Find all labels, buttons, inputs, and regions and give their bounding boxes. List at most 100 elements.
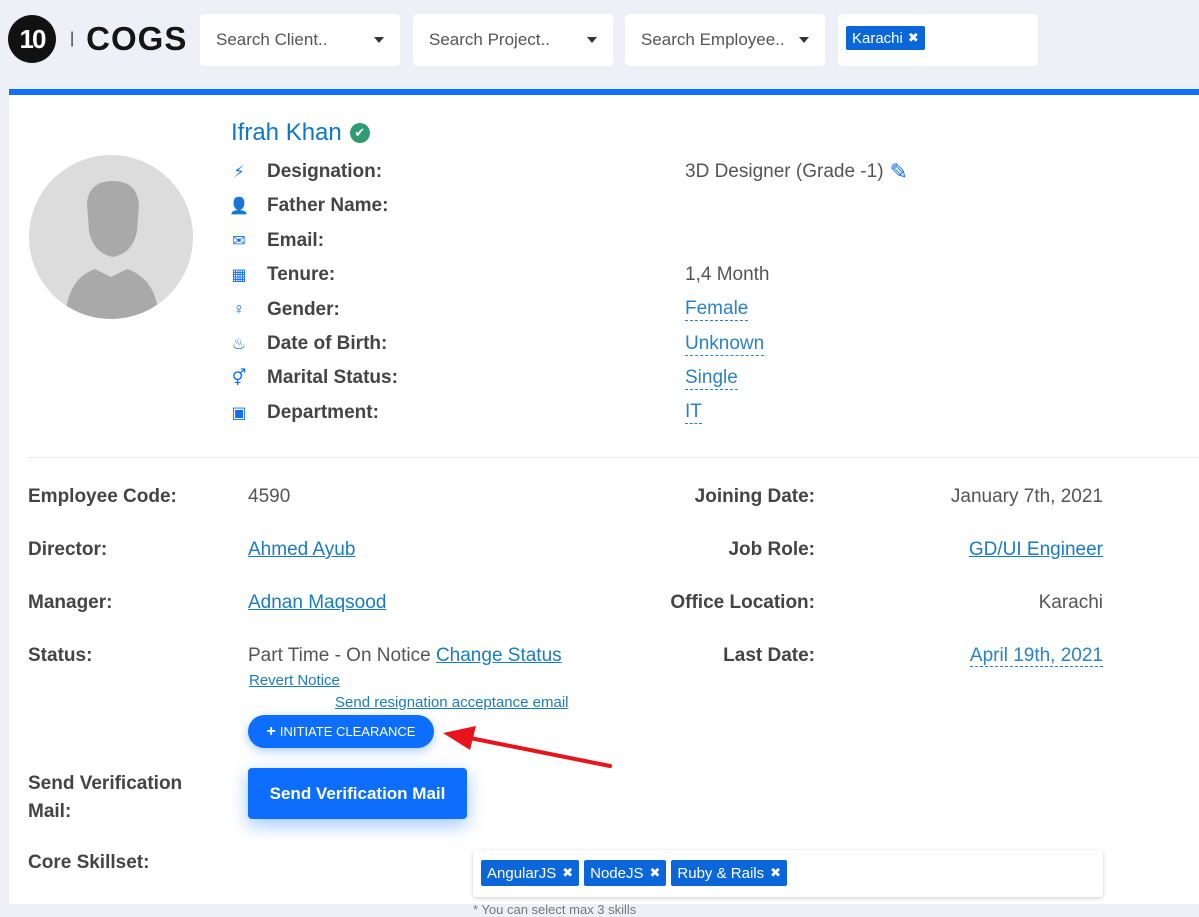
logo-mark: 10 <box>8 15 56 63</box>
avatar <box>29 155 193 319</box>
skill-tag: NodeJS ✖ <box>584 860 667 886</box>
skill-tag-label: NodeJS <box>590 864 644 882</box>
user-silhouette-icon <box>29 155 193 319</box>
profile-field-row: ✉ Email: <box>229 227 1189 255</box>
profile-field-value[interactable]: Female <box>685 298 749 322</box>
profile-field-row: ♨ Date of Birth: Unknown <box>229 330 1189 358</box>
project-select-placeholder: Search Project.. <box>429 30 550 49</box>
joining-date-label: Joining Date: <box>694 486 815 507</box>
location-tag: Karachi ✖ <box>846 26 925 50</box>
chevron-down-icon <box>374 37 384 43</box>
profile-field-label: Department: <box>267 401 379 423</box>
profile-field-label: Marital Status: <box>267 367 398 389</box>
profile-field-row: ⚥ Marital Status: Single <box>229 364 1189 392</box>
verified-check-icon: ✔ <box>349 123 370 143</box>
initiate-clearance-label: INITIATE CLEARANCE <box>279 724 416 739</box>
director-link[interactable]: Ahmed Ayub <box>248 538 355 562</box>
profile-field-value-wrap: Unknown <box>685 333 765 356</box>
plus-icon: + <box>266 722 276 740</box>
profile-field-value[interactable]: IT <box>685 401 702 425</box>
section-divider <box>28 457 1199 458</box>
skill-tag: Ruby & Rails ✖ <box>671 860 788 886</box>
skills-select[interactable]: AngularJS ✖ NodeJS ✖ Ruby & Rails ✖ <box>473 850 1103 897</box>
office-location-value: Karachi <box>1038 592 1103 613</box>
last-date-label: Last Date: <box>723 645 815 666</box>
location-filter[interactable]: Karachi ✖ <box>838 14 1038 66</box>
send-verification-button[interactable]: Send Verification Mail <box>248 768 467 819</box>
status-value-group: Part Time - On Notice Change Status <box>248 644 562 668</box>
profile-field-value: 1,4 Month <box>685 264 770 286</box>
skill-tag-label: Ruby & Rails <box>677 864 765 882</box>
chevron-down-icon <box>587 37 597 43</box>
employee-select-placeholder: Search Employee.. <box>641 30 785 49</box>
employee-select[interactable]: Search Employee.. <box>625 14 825 66</box>
employee-profile-card: Ifrah Khan ✔ ⚡ Designation: 3D Designer (G… <box>9 89 1199 917</box>
resignation-email-link[interactable]: Send resignation acceptance email <box>335 694 568 711</box>
venus-mars-icon: ⚥ <box>231 370 247 388</box>
employee-code-label: Employee Code: <box>28 486 177 507</box>
profile-field-value: 3D Designer (Grade -1) <box>685 161 884 182</box>
skill-tag-label: AngularJS <box>487 864 557 882</box>
app-logo[interactable]: 10 | COGS <box>8 14 187 64</box>
profile-field-label: Email: <box>267 229 325 251</box>
profile-field-row: ⚡ Designation: 3D Designer (Grade -1) ✎ <box>229 158 1189 186</box>
profile-field-value[interactable]: Unknown <box>685 333 765 356</box>
remove-skill-icon[interactable]: ✖ <box>650 865 661 881</box>
envelope-icon: ✉ <box>232 232 246 250</box>
edit-icon[interactable]: ✎ <box>890 159 908 185</box>
profile-field-row: ▣ Department: IT <box>229 399 1189 427</box>
send-verification-label: Send Verification Mail: <box>28 773 183 822</box>
calendar-icon: ▦ <box>231 267 247 285</box>
profile-field-value-wrap: 3D Designer (Grade -1) ✎ <box>685 159 908 185</box>
skill-tag: AngularJS ✖ <box>481 860 580 886</box>
profile-field-value-wrap: 1,4 Month <box>685 264 770 286</box>
department-icon: ▣ <box>231 404 247 422</box>
profile-field-row: 👤 Father Name: <box>229 192 1189 220</box>
profile-field-label: Date of Birth: <box>267 333 388 354</box>
manager-label: Manager: <box>28 592 113 613</box>
last-date-value[interactable]: April 19th, 2021 <box>969 645 1103 667</box>
logo-separator: | <box>70 30 75 47</box>
profile-field-label: Father Name: <box>267 195 389 217</box>
revert-notice-link[interactable]: Revert Notice <box>249 672 340 689</box>
last-date-value-wrap: April 19th, 2021 <box>969 644 1103 668</box>
venus-icon: ♀ <box>233 300 245 318</box>
top-bar: 10 | COGS Search Client.. Search Project… <box>0 0 1199 88</box>
employee-name: Ifrah Khan ✔ <box>231 119 370 147</box>
remove-tag-icon[interactable]: ✖ <box>908 30 919 46</box>
profile-field-value-wrap: IT <box>685 401 702 425</box>
initiate-clearance-button[interactable]: + INITIATE CLEARANCE <box>248 715 434 748</box>
chevron-down-icon <box>799 37 809 43</box>
profile-field-label: Tenure: <box>267 264 336 286</box>
profile-field-row: ♀ Gender: Female <box>229 296 1189 324</box>
joining-date-value: January 7th, 2021 <box>950 486 1103 507</box>
birthday-cake-icon: ♨ <box>231 336 247 353</box>
project-select[interactable]: Search Project.. <box>413 14 613 66</box>
remove-skill-icon[interactable]: ✖ <box>562 865 573 881</box>
status-label: Status: <box>28 645 93 666</box>
logo-text: COGS <box>86 20 188 57</box>
user-icon: 👤 <box>229 198 249 216</box>
client-select[interactable]: Search Client.. <box>200 14 400 66</box>
skills-hint: * You can select max 3 skills <box>473 902 637 917</box>
location-tag-label: Karachi <box>852 29 903 47</box>
status-value: Part Time - On Notice <box>248 645 431 666</box>
change-status-link[interactable]: Change Status <box>436 645 562 666</box>
profile-field-row: ▦ Tenure: 1,4 Month <box>229 261 1189 289</box>
office-location-label: Office Location: <box>670 592 815 613</box>
core-skillset-label: Core Skillset: <box>28 852 150 873</box>
director-label: Director: <box>28 539 108 560</box>
profile-field-label: Gender: <box>267 298 340 320</box>
profile-field-label: Designation: <box>267 161 383 182</box>
bolt-icon: ⚡ <box>233 164 245 181</box>
profile-field-value-wrap: Single <box>685 367 738 390</box>
job-role-label: Job Role: <box>728 539 815 560</box>
client-select-placeholder: Search Client.. <box>216 30 328 49</box>
profile-field-value-wrap: Female <box>685 298 749 322</box>
employee-code-value: 4590 <box>248 486 291 507</box>
manager-link[interactable]: Adnan Maqsood <box>248 591 386 615</box>
remove-skill-icon[interactable]: ✖ <box>770 865 781 881</box>
job-role-link[interactable]: GD/UI Engineer <box>969 538 1103 562</box>
profile-field-value[interactable]: Single <box>685 367 738 390</box>
employee-name-text: Ifrah Khan <box>231 119 342 146</box>
